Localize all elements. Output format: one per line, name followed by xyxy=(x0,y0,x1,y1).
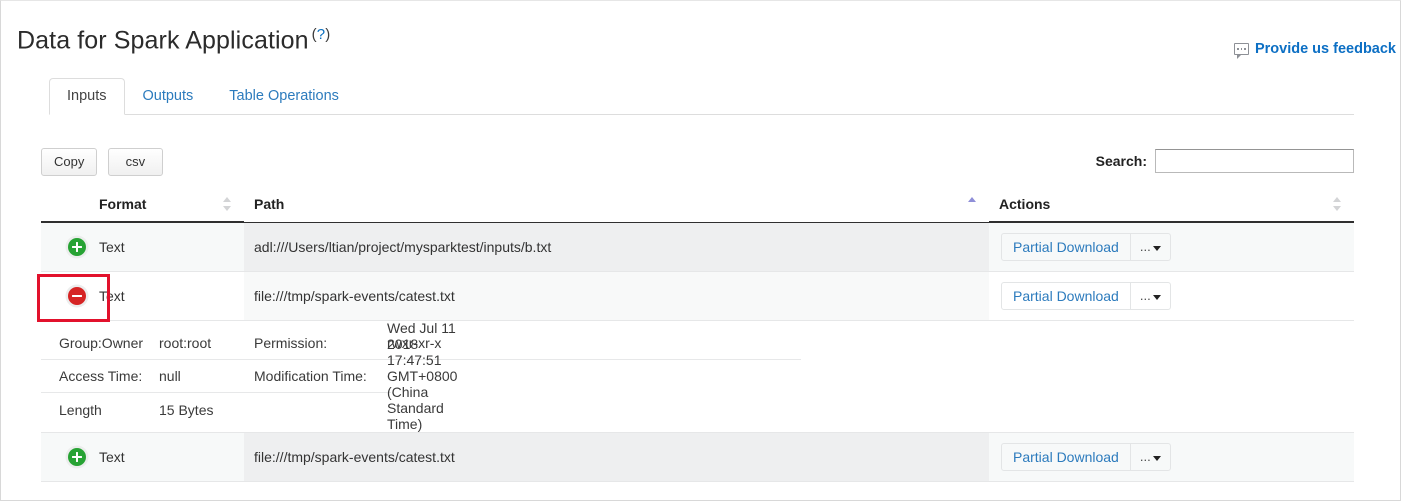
row-actions: Partial Download ... xyxy=(989,272,1354,320)
detail-value-group-owner: root:root xyxy=(159,335,212,351)
row-path: adl:///Users/ltian/project/mysparktest/i… xyxy=(244,223,989,271)
tab-table-operations-label: Table Operations xyxy=(229,88,339,104)
actions-group: Partial Download ... xyxy=(1001,282,1171,310)
more-actions-label: ... xyxy=(1139,449,1151,464)
actions-group: Partial Download ... xyxy=(1001,233,1171,261)
chevron-down-icon xyxy=(1152,245,1161,251)
sort-icon-path-ascending[interactable] xyxy=(968,196,977,212)
tab-inputs-label: Inputs xyxy=(67,88,107,104)
detail-value-length: 15 Bytes xyxy=(159,401,214,418)
detail-row: Access Time: null Modification Time: Wed… xyxy=(41,320,457,432)
data-table: Format Path Actions Text adl:///Users/lt… xyxy=(41,186,1354,482)
tab-outputs[interactable]: Outputs xyxy=(125,78,212,115)
more-actions-label: ... xyxy=(1139,288,1151,303)
page-root: Data for Spark Application (?) Provide us… xyxy=(0,0,1401,501)
search-area: Search: xyxy=(1096,149,1354,173)
table-row: Text file:///tmp/spark-events/catest.txt… xyxy=(41,433,1354,482)
row-detail-panel: Group:Owner root:root Permission: rwxr-x… xyxy=(41,320,1354,433)
partial-download-button[interactable]: Partial Download xyxy=(1002,283,1131,309)
row-expander-cell xyxy=(41,272,89,320)
minus-circle-icon[interactable] xyxy=(68,287,86,305)
plus-circle-icon[interactable] xyxy=(68,238,86,256)
tab-inputs[interactable]: Inputs xyxy=(49,78,125,115)
column-header-path-label: Path xyxy=(254,196,285,212)
detail-label-access-time: Access Time: xyxy=(59,368,143,384)
detail-value-access-time: null xyxy=(159,368,181,384)
column-header-format[interactable]: Format xyxy=(89,186,244,222)
table-header-row: Format Path Actions xyxy=(41,186,1354,223)
table-toolbar: Copy csv Search: xyxy=(41,148,1354,182)
more-actions-button[interactable]: ... xyxy=(1131,444,1170,470)
detail-label-length: Length xyxy=(59,401,102,418)
partial-download-button[interactable]: Partial Download xyxy=(1002,234,1131,260)
row-actions: Partial Download ... xyxy=(989,433,1354,481)
row-path: file:///tmp/spark-events/catest.txt xyxy=(244,272,989,320)
table-row: Text file:///tmp/spark-events/catest.txt… xyxy=(41,272,1354,321)
row-actions: Partial Download ... xyxy=(989,223,1354,271)
row-format: Text xyxy=(99,239,125,255)
search-label: Search: xyxy=(1095,153,1147,169)
column-header-actions[interactable]: Actions xyxy=(989,186,1354,222)
tab-bar: Inputs Outputs Table Operations xyxy=(49,78,1354,115)
page-title-text: Data for Spark Application xyxy=(17,26,309,55)
row-expander-cell xyxy=(41,433,89,481)
row-format: Text xyxy=(99,449,125,465)
detail-row: Length 15 Bytes xyxy=(41,393,1354,426)
plus-circle-icon[interactable] xyxy=(68,448,86,466)
provide-feedback-link[interactable]: Provide us feedback xyxy=(1233,41,1396,59)
chevron-down-icon xyxy=(1152,455,1161,461)
copy-button[interactable]: Copy xyxy=(41,148,98,176)
tab-table-operations[interactable]: Table Operations xyxy=(211,78,357,115)
detail-value-modification-time: Wed Jul 11 2018 17:47:51 GMT+0800 (China… xyxy=(387,320,458,432)
help-link[interactable]: (?) xyxy=(312,26,331,43)
speech-bubble-icon xyxy=(1233,43,1249,59)
more-actions-button[interactable]: ... xyxy=(1131,283,1170,309)
csv-button[interactable]: csv xyxy=(107,148,163,176)
row-format: Text xyxy=(99,288,125,304)
more-actions-button[interactable]: ... xyxy=(1131,234,1170,260)
detail-label-group-owner: Group:Owner xyxy=(59,335,144,351)
column-header-actions-label: Actions xyxy=(999,196,1051,212)
partial-download-button[interactable]: Partial Download xyxy=(1002,444,1131,470)
tab-outputs-label: Outputs xyxy=(142,88,194,104)
provide-feedback-label: Provide us feedback xyxy=(1254,41,1396,57)
more-actions-label: ... xyxy=(1139,239,1151,254)
detail-label-modification-time: Modification Time: xyxy=(254,368,367,384)
sort-icon-actions[interactable] xyxy=(1333,196,1342,212)
row-expander-cell xyxy=(41,223,89,271)
sort-icon-format[interactable] xyxy=(223,196,232,212)
search-input[interactable] xyxy=(1155,149,1354,173)
actions-group: Partial Download ... xyxy=(1001,443,1171,471)
help-question-icon: ? xyxy=(316,26,326,43)
column-header-format-label: Format xyxy=(99,196,147,212)
detail-label-permission: Permission: xyxy=(254,335,328,351)
column-header-expander xyxy=(41,186,89,222)
page-title: Data for Spark Application (?) xyxy=(17,26,330,55)
column-header-path[interactable]: Path xyxy=(244,186,989,222)
row-path: file:///tmp/spark-events/catest.txt xyxy=(244,433,989,481)
table-row: Text adl:///Users/ltian/project/mysparkt… xyxy=(41,223,1354,272)
chevron-down-icon xyxy=(1152,294,1161,300)
